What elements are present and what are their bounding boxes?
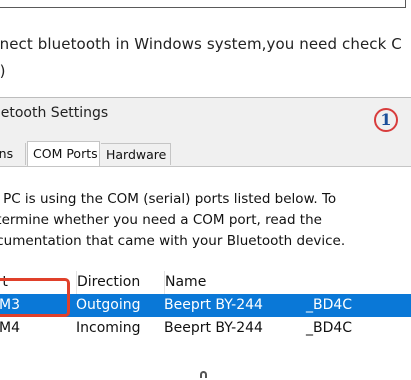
list-header: ort Direction Name: [0, 271, 411, 294]
description-line-2: etermine whether you need a COM port, re…: [0, 212, 322, 228]
column-header-name[interactable]: Name: [164, 271, 206, 294]
paragraph-line-2: 1): [0, 62, 6, 80]
document-page: nnect bluetooth in Windows system,you ne…: [0, 0, 411, 380]
previous-figure-frame: [0, 0, 406, 8]
tab-com-ports[interactable]: COM Ports: [27, 141, 100, 167]
name-cell: Beeprt BY-244: [164, 320, 263, 336]
description-line-3: ocumentation that came with your Bluetoo…: [0, 233, 346, 249]
description-line-1: is PC is using the COM (serial) ports li…: [0, 191, 337, 207]
paragraph-line-1: nnect bluetooth in Windows system,you ne…: [0, 35, 402, 53]
bluetooth-settings-dialog: luetooth Settings 1 ons COM Ports Hardwa…: [0, 97, 411, 367]
name-cell: Beeprt BY-244: [164, 297, 263, 313]
port-cell: OM4: [0, 320, 21, 336]
column-header-direction[interactable]: Direction: [76, 271, 140, 294]
column-header-port[interactable]: ort: [0, 271, 8, 294]
port-cell: OM3: [0, 297, 21, 313]
page-fragment-mark: [200, 371, 207, 378]
direction-cell: Outgoing: [76, 297, 141, 313]
dialog-title: luetooth Settings: [0, 105, 109, 121]
direction-cell: Incoming: [76, 320, 141, 336]
tab-strip: ons COM Ports Hardware: [0, 141, 411, 167]
name-suffix-cell: _BD4C: [306, 297, 353, 313]
com-ports-list: ort Direction Name OM3 Outgoing Beeprt B…: [0, 271, 411, 340]
com-ports-panel: is PC is using the COM (serial) ports li…: [0, 166, 411, 367]
name-suffix-cell: _BD4C: [306, 320, 353, 336]
list-row-com4[interactable]: OM4 Incoming Beeprt BY-244 _BD4C: [0, 317, 411, 340]
tab-options[interactable]: ons: [0, 143, 26, 165]
list-row-com3[interactable]: OM3 Outgoing Beeprt BY-244 _BD4C: [0, 294, 411, 317]
step-number-badge: 1: [374, 108, 398, 132]
tab-hardware[interactable]: Hardware: [101, 143, 171, 165]
